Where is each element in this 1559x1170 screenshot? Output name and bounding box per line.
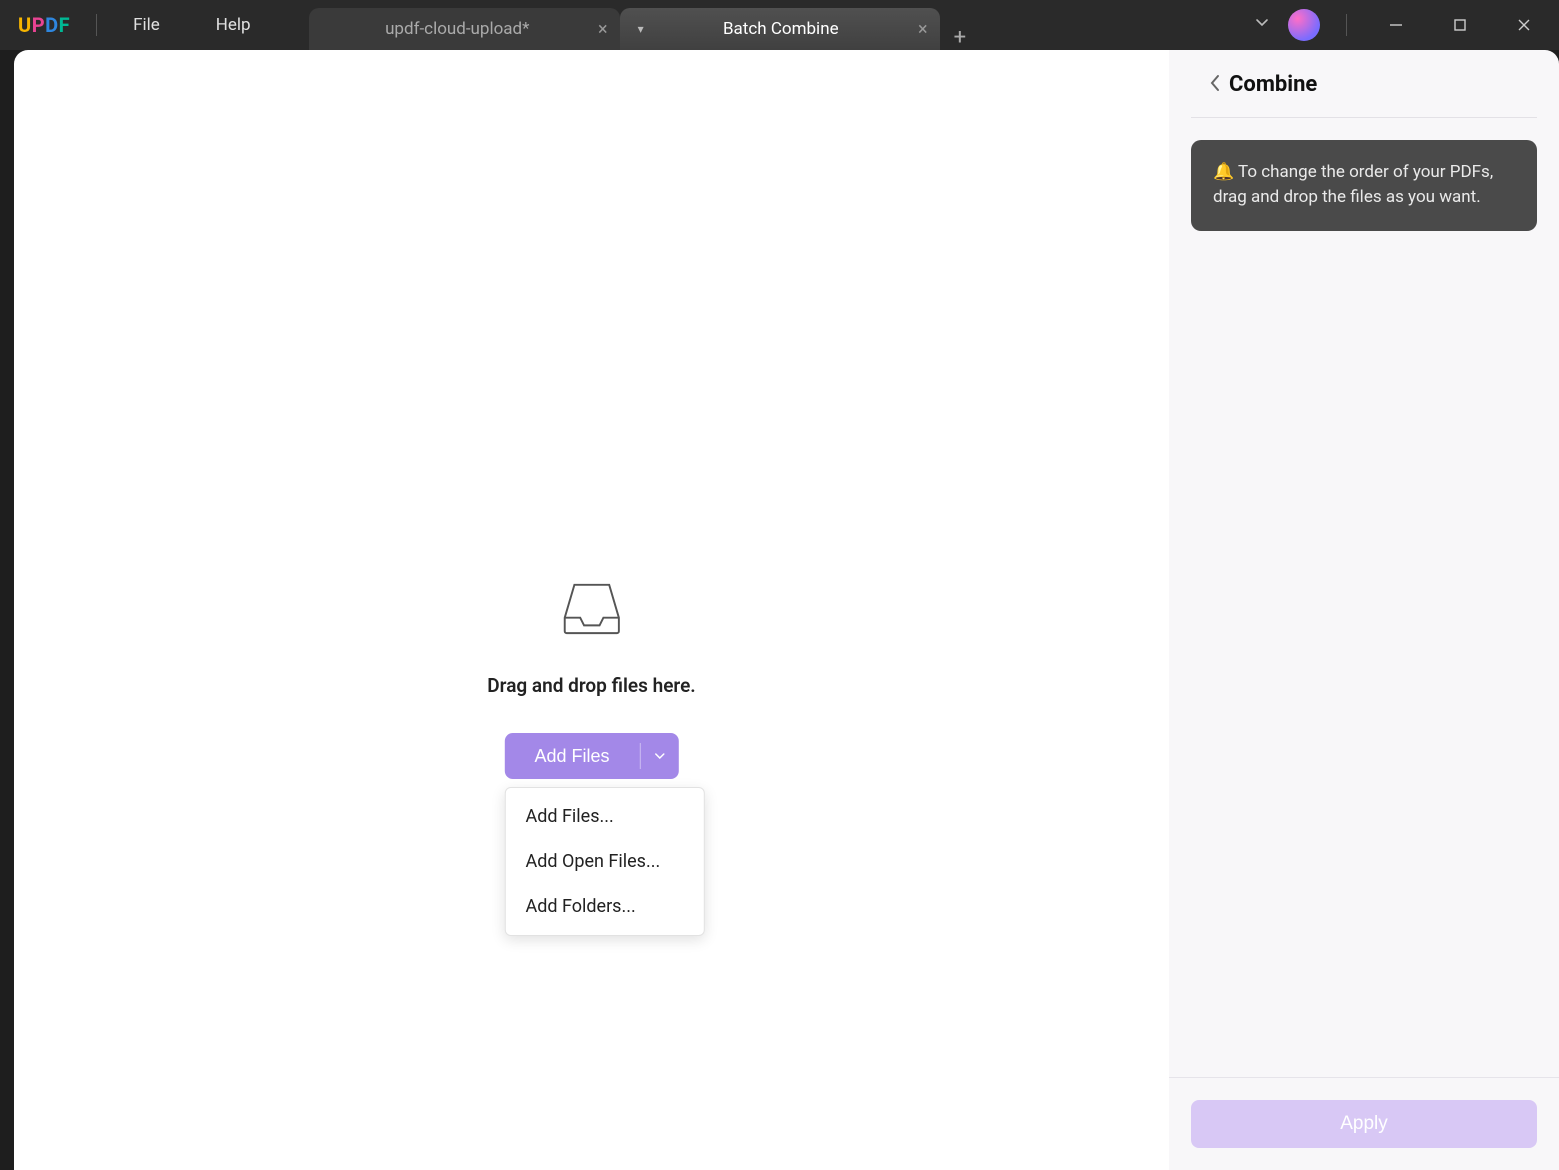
dropdown-item-add-folders[interactable]: Add Folders... [505,884,703,929]
side-footer: Apply [1169,1077,1559,1170]
add-files-button[interactable]: Add Files [504,733,678,779]
dropdown-item-add-files[interactable]: Add Files... [505,794,703,839]
close-icon[interactable]: × [598,19,608,40]
dropdown-item-add-open-files[interactable]: Add Open Files... [505,839,703,884]
main-panel: Drag and drop files here. Add Files Add … [14,50,1169,1170]
window-close-button[interactable] [1501,5,1547,45]
dropzone[interactable]: Drag and drop files here. Add Files Add … [487,580,695,779]
add-files-label: Add Files [504,733,639,779]
divider [96,14,97,36]
titlebar-right [1254,5,1559,45]
avatar[interactable] [1288,9,1320,41]
inbox-tray-icon [563,580,621,640]
dropzone-text: Drag and drop files here. [487,674,695,697]
titlebar: UPDF File Help updf-cloud-upload* × ▾ Ba… [0,0,1559,50]
tip-box: 🔔 To change the order of your PDFs, drag… [1191,140,1537,231]
divider [1346,14,1347,36]
main-menu: File Help [105,0,279,50]
tab-strip: updf-cloud-upload* × ▾ Batch Combine × + [309,0,980,50]
add-files-dropdown-toggle[interactable] [641,733,679,779]
add-files-dropdown: Add Files... Add Open Files... Add Folde… [504,787,704,936]
side-header: Combine [1191,50,1537,118]
tab-label: updf-cloud-upload* [327,19,588,39]
close-icon[interactable]: × [918,19,928,40]
chevron-down-icon[interactable] [1254,15,1270,35]
menu-file[interactable]: File [105,0,188,50]
side-panel: Combine 🔔 To change the order of your PD… [1169,50,1559,1170]
app-logo: UPDF [0,13,88,37]
window-maximize-button[interactable] [1437,5,1483,45]
menu-help[interactable]: Help [188,0,279,50]
tab-upload[interactable]: updf-cloud-upload* × [309,8,620,50]
new-tab-button[interactable]: + [940,25,980,50]
window-minimize-button[interactable] [1373,5,1419,45]
add-files-control: Add Files Add Files... Add Open Files...… [504,733,678,779]
apply-button[interactable]: Apply [1191,1100,1537,1148]
tab-batch-combine[interactable]: ▾ Batch Combine × [620,8,940,50]
content: Drag and drop files here. Add Files Add … [0,50,1559,1170]
caret-down-icon[interactable]: ▾ [638,22,644,36]
side-title: Combine [1229,72,1317,97]
tab-label: Batch Combine [654,19,908,39]
back-chevron-icon[interactable] [1209,74,1221,96]
